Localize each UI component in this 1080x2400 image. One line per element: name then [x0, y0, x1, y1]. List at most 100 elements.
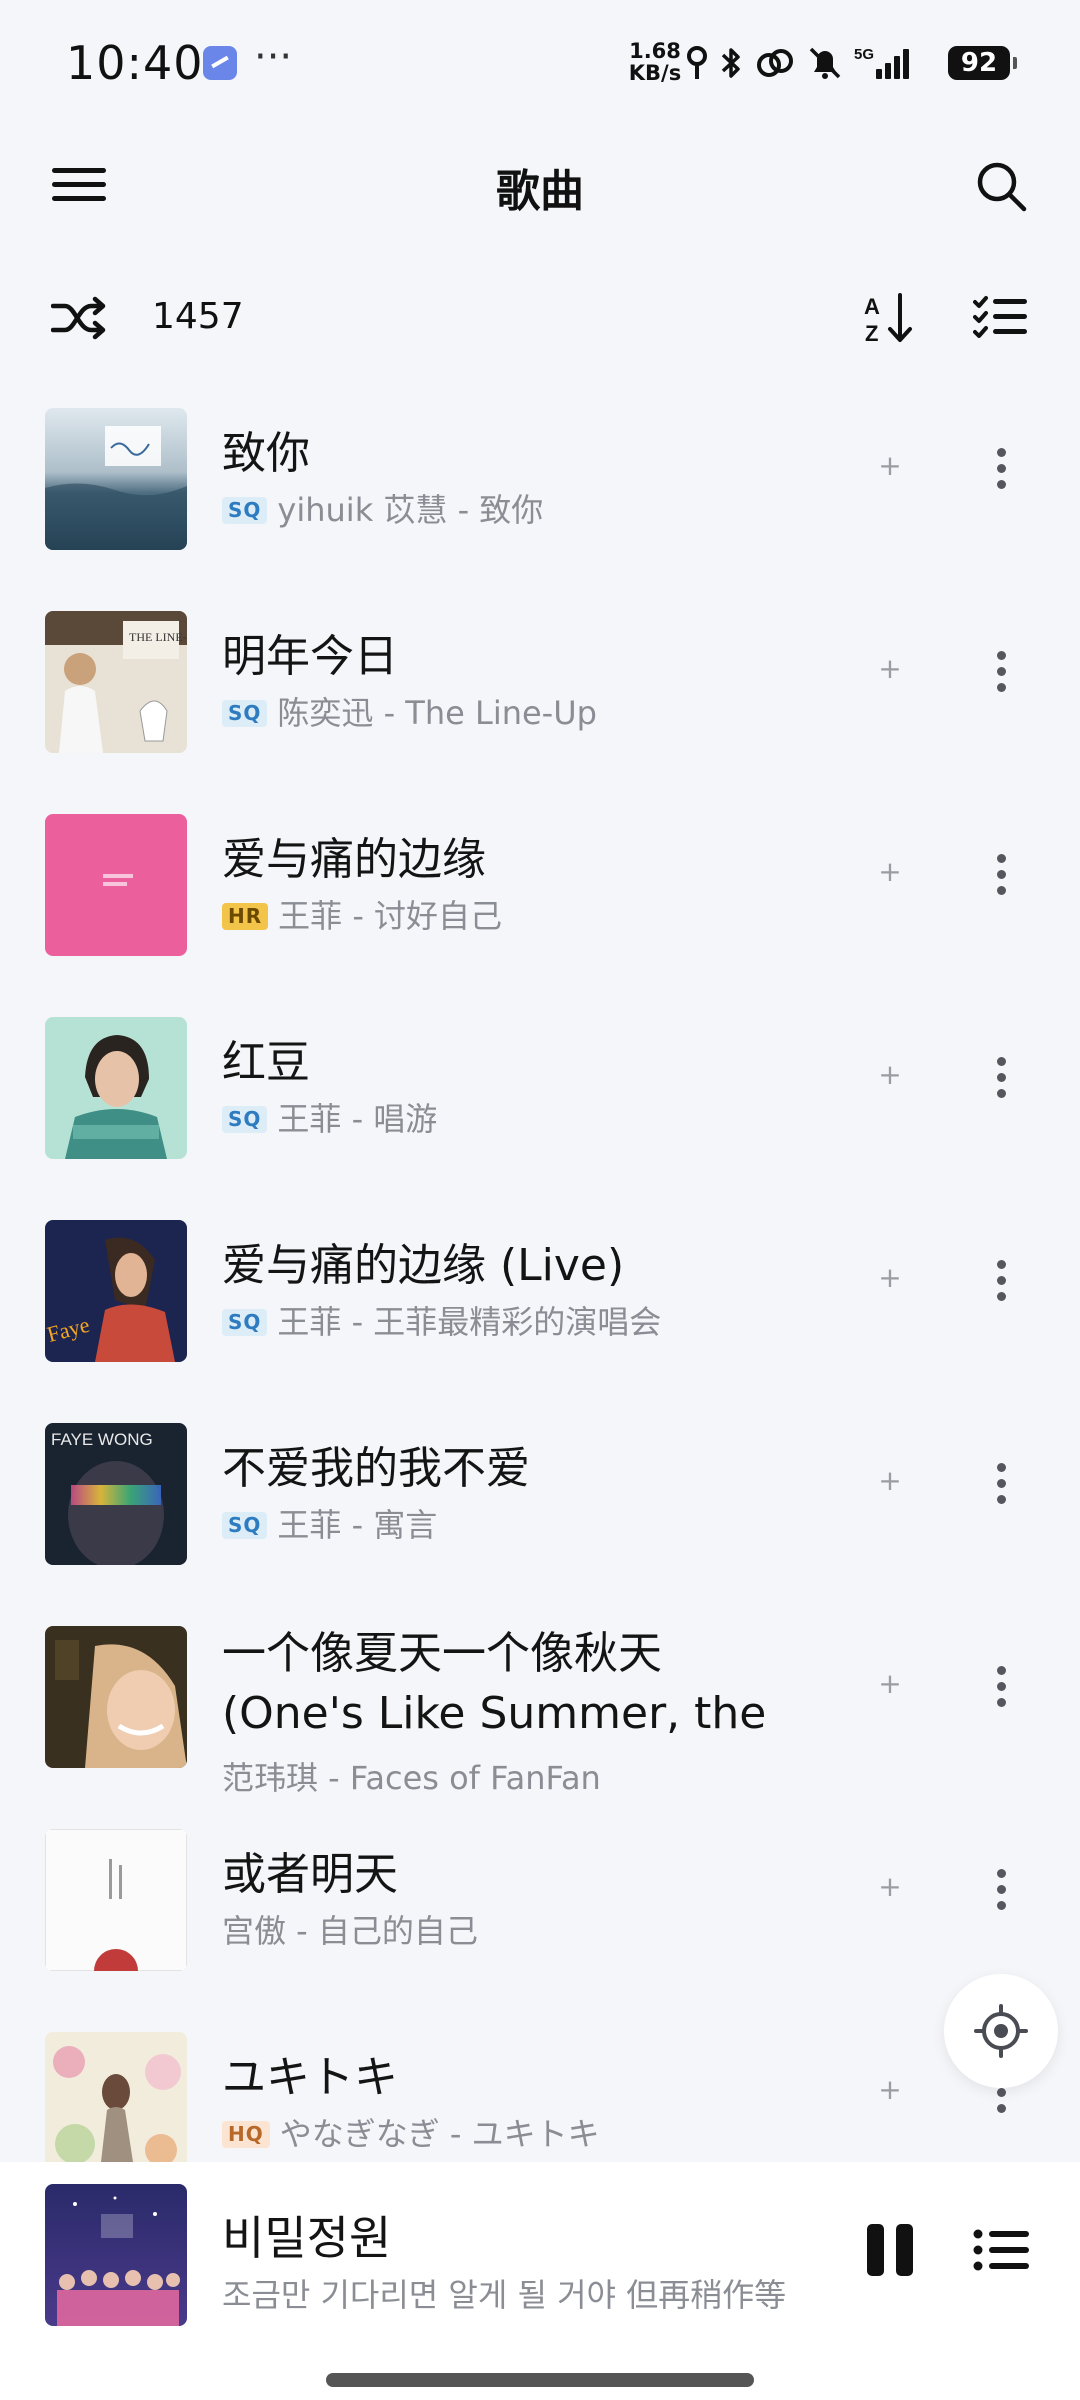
song-title: ユキトキ: [222, 2052, 398, 2103]
song-row[interactable]: Faye 爱与痛的边缘 (Live) SQ 王菲 - 王菲最精彩的演唱会 +: [0, 1204, 1080, 1407]
more-options-button[interactable]: [976, 1250, 1026, 1310]
song-title: 红豆: [222, 1037, 310, 1088]
now-playing-cover: [45, 2184, 187, 2326]
song-row[interactable]: 红豆 SQ 王菲 - 唱游 +: [0, 1001, 1080, 1204]
album-cover: [45, 1626, 187, 1768]
quality-badge: HQ: [222, 2120, 270, 2148]
album-cover: [45, 2032, 187, 2162]
svg-text:A: A: [864, 294, 880, 319]
multi-select-button[interactable]: [968, 286, 1034, 350]
signal-5g-icon: 5G: [854, 46, 909, 79]
bluetooth-icon: [721, 48, 740, 78]
add-to-playlist-button[interactable]: +: [868, 444, 912, 488]
album-cover: [45, 814, 187, 956]
now-playing-bar[interactable]: 비밀정원 조금만 기다리면 알게 될 거야 但再稍作等: [0, 2162, 1080, 2337]
page-title: 歌曲: [496, 166, 584, 217]
more-vertical-icon: [996, 447, 1006, 457]
album-cover: [45, 1829, 187, 1971]
song-row[interactable]: 致你 SQ yihuik 苡慧 - 致你 +: [0, 392, 1080, 595]
song-artist-album: SQ 王菲 - 唱游: [222, 1097, 822, 1141]
song-artist-album: 范玮琪 - Faces of FanFan: [222, 1756, 822, 1800]
add-to-playlist-button[interactable]: +: [868, 1459, 912, 1503]
song-subtitle: 王菲 - 寓言: [277, 1506, 438, 1544]
add-to-playlist-button[interactable]: +: [868, 1865, 912, 1909]
network-speed-value: 1.68: [629, 39, 681, 63]
play-queue-button[interactable]: [968, 2218, 1034, 2282]
gesture-navigation-bar: [0, 2337, 1080, 2400]
cover-artist-text: FAYE WONG: [51, 1430, 153, 1449]
add-to-playlist-button[interactable]: +: [868, 850, 912, 894]
song-artist-album: 宫傲 - 自己的自己: [222, 1909, 822, 1953]
now-playing-lyric: 조금만 기다리면 알게 될 거야 但再稍作等: [222, 2276, 787, 2314]
checklist-icon: [973, 296, 1027, 338]
more-vertical-icon: [996, 1868, 1006, 1878]
song-title: 爱与痛的边缘 (Live): [222, 1240, 625, 1291]
song-artist-album: SQ 陈奕迅 - The Line-Up: [222, 691, 822, 735]
app-notification-icon: [203, 46, 237, 80]
song-artist-album: HR 王菲 - 讨好自己: [222, 894, 822, 938]
music-app-screen: 10:40 ··· 1.68 KB/s 5G 92 歌曲 1457 A Z 致你…: [0, 0, 1080, 2400]
more-options-button[interactable]: [976, 1453, 1026, 1513]
more-options-button[interactable]: [976, 844, 1026, 904]
song-title: 一个像夏天一个像秋天 (One's Like Summer, the …: [222, 1628, 767, 1739]
add-to-playlist-button[interactable]: +: [868, 647, 912, 691]
album-cover: Faye: [45, 1220, 187, 1362]
network-speed: 1.68 KB/s: [626, 40, 684, 84]
nfc-link-icon: [757, 49, 793, 77]
more-vertical-icon: [996, 1056, 1006, 1066]
song-row[interactable]: 一个像夏天一个像秋天 (One's Like Summer, the … 范玮琪…: [0, 1610, 1080, 1813]
quality-badge: SQ: [222, 699, 268, 727]
quality-badge: SQ: [222, 1308, 268, 1336]
search-icon: [977, 162, 1027, 212]
pause-icon: [867, 2224, 884, 2276]
add-to-playlist-button[interactable]: +: [868, 2068, 912, 2112]
more-options-button[interactable]: [976, 641, 1026, 701]
now-playing-title: 비밀정원: [222, 2211, 392, 2265]
add-to-playlist-button[interactable]: +: [868, 1053, 912, 1097]
status-bar: 10:40 ··· 1.68 KB/s 5G 92: [0, 0, 1080, 125]
more-options-button[interactable]: [976, 1047, 1026, 1107]
shuffle-icon: [51, 296, 106, 340]
sort-button[interactable]: A Z: [856, 286, 922, 350]
song-artist-album: SQ 王菲 - 寓言: [222, 1503, 822, 1547]
song-subtitle: 王菲 - 唱游: [277, 1100, 438, 1138]
add-to-playlist-button[interactable]: +: [868, 1256, 912, 1300]
quality-badge: SQ: [222, 496, 268, 524]
svg-text:THE LINE-UP: THE LINE-UP: [129, 630, 187, 644]
more-options-button[interactable]: [976, 1656, 1026, 1716]
mute-bell-icon: [809, 47, 841, 79]
song-subtitle: 王菲 - 讨好自己: [278, 897, 503, 935]
song-artist-album: HQ やなぎなぎ - ユキトキ: [222, 2112, 822, 2156]
song-row[interactable]: 或者明天 宫傲 - 自己的自己 +: [0, 1813, 1080, 2016]
more-options-button[interactable]: [976, 438, 1026, 498]
song-row[interactable]: THE LINE-UP 明年今日 SQ 陈奕迅 - The Line-Up +: [0, 595, 1080, 798]
add-to-playlist-button[interactable]: +: [868, 1662, 912, 1706]
song-title: 致你: [222, 428, 310, 479]
song-subtitle: 范玮琪 - Faces of FanFan: [222, 1759, 601, 1797]
song-subtitle: 陈奕迅 - The Line-Up: [277, 694, 597, 732]
battery-level: 92: [948, 46, 1017, 80]
more-notifications-icon: ···: [254, 34, 293, 80]
song-subtitle: やなぎなぎ - ユキトキ: [279, 2115, 600, 2153]
locate-current-song-button[interactable]: [944, 1974, 1058, 2088]
song-title: 不爱我的我不爱: [222, 1443, 530, 1494]
search-button[interactable]: [966, 151, 1036, 221]
quality-badge: SQ: [222, 1511, 268, 1539]
song-subtitle: yihuik 苡慧 - 致你: [277, 491, 544, 529]
crosshair-locate-icon: [974, 2004, 1028, 2058]
song-row[interactable]: 爱与痛的边缘 HR 王菲 - 讨好自己 +: [0, 798, 1080, 1001]
song-row[interactable]: FAYE WONG 不爱我的我不爱 SQ 王菲 - 寓言 +: [0, 1407, 1080, 1610]
more-vertical-icon: [996, 1259, 1006, 1269]
album-cover: FAYE WONG: [45, 1423, 187, 1565]
svg-text:Z: Z: [865, 321, 878, 345]
location-icon: [687, 46, 707, 79]
song-row[interactable]: ユキトキ HQ やなぎなぎ - ユキトキ +: [0, 2016, 1080, 2162]
song-artist-album: SQ 王菲 - 王菲最精彩的演唱会: [222, 1300, 822, 1344]
shuffle-play-button[interactable]: [46, 288, 112, 348]
quality-badge: HR: [222, 902, 269, 930]
home-gesture-handle[interactable]: [326, 2373, 754, 2387]
pause-button[interactable]: [858, 2218, 922, 2282]
album-cover: [45, 1017, 187, 1159]
more-options-button[interactable]: [976, 1859, 1026, 1919]
song-artist-album: SQ yihuik 苡慧 - 致你: [222, 488, 822, 532]
